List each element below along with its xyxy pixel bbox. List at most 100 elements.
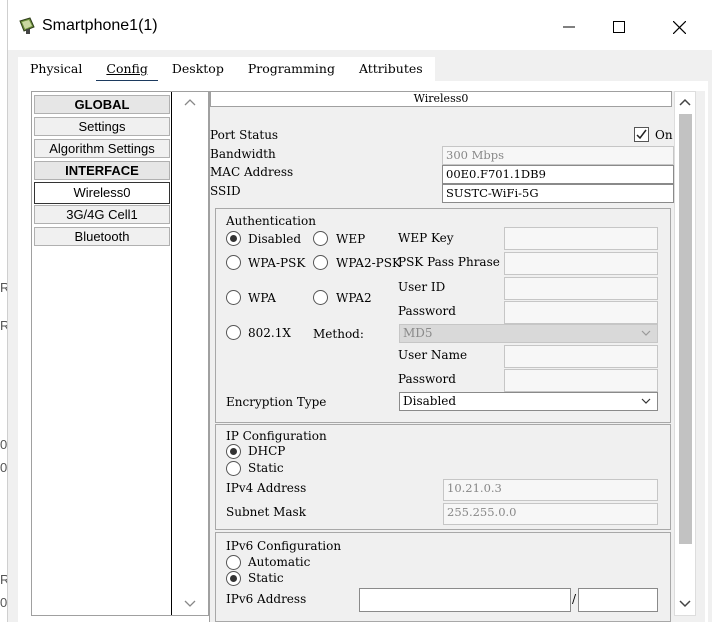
auth-wpa-radio[interactable]: [226, 290, 241, 305]
port-on-checkbox[interactable]: [634, 127, 649, 142]
encryption-type-label: Encryption Type: [226, 395, 327, 409]
ip-dhcp-radio[interactable]: [226, 444, 241, 459]
nav-scrollbar[interactable]: [173, 92, 208, 615]
smartphone-window: Smartphone1(1) Physical Config Desktop P…: [7, 0, 712, 622]
subnet-mask-label: Subnet Mask: [226, 505, 306, 519]
authentication-title: Authentication: [226, 214, 316, 228]
ipv6-automatic-label: Automatic: [248, 555, 311, 569]
auth-8021x-label: 802.1X: [248, 326, 291, 340]
nav-item-settings[interactable]: Settings: [34, 117, 170, 136]
method-label: Method:: [313, 327, 364, 341]
close-button[interactable]: [656, 12, 702, 42]
background-edge: R R 0 0 R 0: [0, 0, 9, 622]
auth-wep-radio[interactable]: [313, 231, 328, 246]
auth-wpa-psk-radio[interactable]: [226, 255, 241, 270]
wep-key-field[interactable]: [504, 227, 658, 250]
ip-static-radio[interactable]: [226, 461, 241, 476]
tab-programming[interactable]: Programming: [236, 57, 347, 81]
port-on-label: On: [655, 128, 673, 142]
password2-field[interactable]: [504, 369, 658, 392]
auth-8021x-radio[interactable]: [226, 325, 241, 340]
ssid-field[interactable]: SUSTC-WiFi-5G: [442, 184, 674, 203]
encryption-type-select[interactable]: Disabled: [399, 392, 658, 411]
wireless-settings-panel: Wireless0 Port Status On Bandwidth 300 M…: [209, 91, 705, 622]
ipv6-address-field[interactable]: [359, 588, 571, 612]
auth-wpa-label: WPA: [248, 291, 276, 305]
ip-dhcp-label: DHCP: [248, 444, 286, 458]
nav-header-global[interactable]: GLOBAL: [34, 95, 170, 114]
panel-scrollbar[interactable]: [674, 91, 696, 616]
maximize-button[interactable]: [596, 12, 642, 42]
scroll-up-icon[interactable]: [184, 98, 196, 106]
auth-wpa2-label: WPA2: [336, 291, 372, 305]
psk-pass-phrase-label: PSK Pass Phrase: [398, 255, 500, 269]
smartphone-app-icon: [19, 17, 35, 34]
scroll-down-icon[interactable]: [184, 600, 196, 608]
scrollbar-thumb[interactable]: [679, 114, 692, 544]
method-value: MD5: [403, 326, 433, 340]
nav-header-interface[interactable]: INTERFACE: [34, 161, 170, 180]
ssid-label: SSID: [210, 184, 241, 198]
ipv4-address-field[interactable]: 10.21.0.3: [443, 479, 658, 501]
nav-item-bluetooth[interactable]: Bluetooth: [34, 227, 170, 246]
user-name-label: User Name: [398, 348, 468, 362]
window-title: Smartphone1(1): [42, 17, 158, 34]
password-label: Password: [398, 304, 456, 318]
scroll-up-icon[interactable]: [679, 98, 691, 106]
scroll-down-icon[interactable]: [679, 600, 691, 608]
subnet-mask-field[interactable]: 255.255.0.0: [443, 503, 658, 525]
ipv4-address-label: IPv4 Address: [226, 481, 307, 495]
config-content: GLOBAL Settings Algorithm Settings INTER…: [18, 81, 708, 622]
bandwidth-field[interactable]: 300 Mbps: [442, 146, 674, 165]
tab-desktop[interactable]: Desktop: [160, 57, 236, 81]
auth-wpa2-psk-label: WPA2-PSK: [336, 256, 401, 270]
nav-item-algorithm-settings[interactable]: Algorithm Settings: [34, 139, 170, 158]
chevron-down-icon: [641, 330, 651, 336]
wep-key-label: WEP Key: [398, 231, 454, 245]
mac-address-field[interactable]: 00E0.F701.1DB9: [442, 165, 674, 184]
user-id-label: User ID: [398, 280, 446, 294]
minimize-icon: [563, 26, 575, 28]
auth-wpa-psk-label: WPA-PSK: [248, 256, 306, 270]
ipv6-address-label: IPv6 Address: [226, 592, 307, 606]
auth-disabled-label: Disabled: [248, 232, 302, 246]
password2-label: Password: [398, 372, 456, 386]
authentication-group: Authentication Disabled WEP WEP Key WPA-…: [215, 208, 671, 423]
nav-item-cell[interactable]: 3G/4G Cell1: [34, 205, 170, 224]
ip-static-label: Static: [248, 461, 284, 475]
close-icon: [672, 20, 686, 34]
mac-address-label: MAC Address: [210, 165, 294, 179]
ipv6-slash: /: [572, 592, 577, 606]
bandwidth-label: Bandwidth: [210, 147, 276, 161]
port-status-label: Port Status: [210, 128, 279, 142]
auth-disabled-radio[interactable]: [226, 231, 241, 246]
ipv6-prefix-field[interactable]: [578, 588, 658, 612]
user-id-field[interactable]: [504, 277, 658, 300]
tab-bar: Physical Config Desktop Programming Attr…: [18, 57, 435, 83]
ipv6-static-radio[interactable]: [226, 571, 241, 586]
psk-pass-phrase-field[interactable]: [504, 252, 658, 275]
panel-title: Wireless0: [210, 91, 672, 107]
config-nav: GLOBAL Settings Algorithm Settings INTER…: [31, 91, 209, 616]
method-select[interactable]: MD5: [399, 324, 658, 343]
title-bar[interactable]: Smartphone1(1): [8, 0, 712, 50]
maximize-icon: [613, 21, 625, 33]
auth-wpa2-psk-radio[interactable]: [313, 255, 328, 270]
ipv6-configuration-group: IPv6 Configuration Automatic Static IPv6…: [215, 532, 671, 622]
ip-configuration-title: IP Configuration: [226, 429, 327, 443]
minimize-button[interactable]: [546, 12, 592, 42]
chevron-down-icon: [641, 398, 651, 404]
tab-attributes[interactable]: Attributes: [347, 57, 435, 81]
tab-physical[interactable]: Physical: [18, 57, 94, 81]
tab-config[interactable]: Config: [94, 57, 159, 83]
check-icon: [636, 129, 647, 140]
ipv6-automatic-radio[interactable]: [226, 555, 241, 570]
encryption-type-value: Disabled: [403, 394, 457, 408]
ipv6-static-label: Static: [248, 571, 284, 585]
user-name-field[interactable]: [504, 345, 658, 368]
password-field[interactable]: [504, 301, 658, 324]
auth-wpa2-radio[interactable]: [313, 290, 328, 305]
nav-item-wireless0[interactable]: Wireless0: [34, 182, 170, 204]
auth-wep-label: WEP: [336, 232, 366, 246]
ipv6-configuration-title: IPv6 Configuration: [226, 539, 342, 553]
